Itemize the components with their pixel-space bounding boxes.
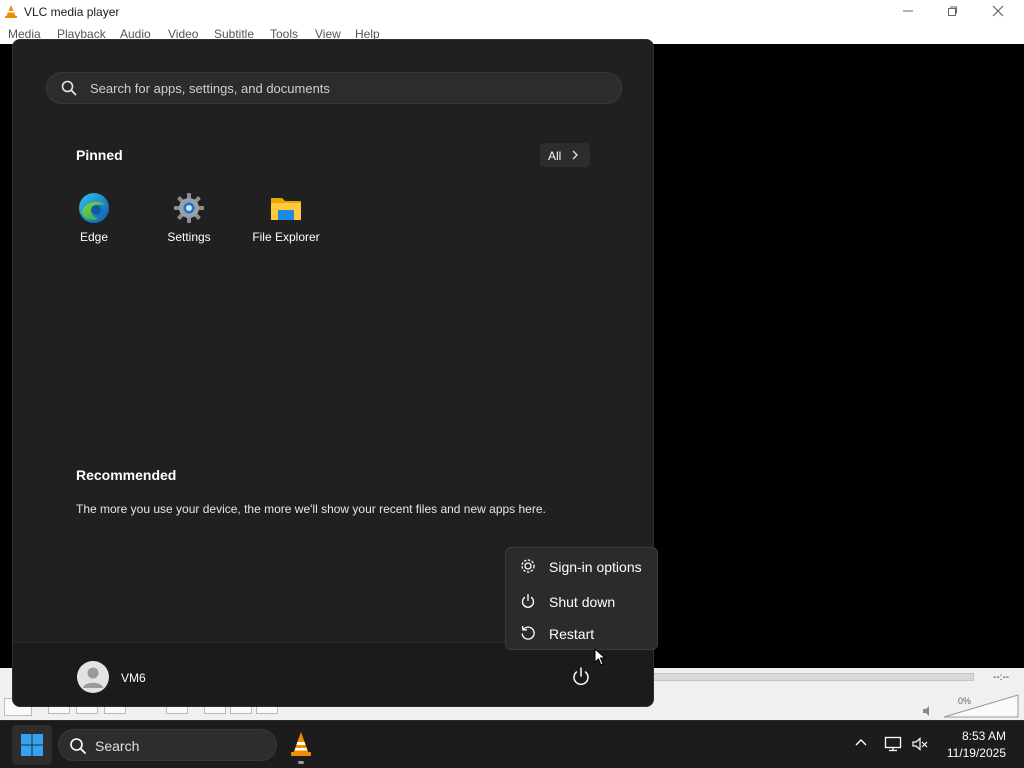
search-icon: [61, 80, 77, 101]
pinned-app-label: File Explorer: [252, 230, 320, 244]
chevron-right-icon: [571, 149, 579, 164]
vlc-cone-icon: [4, 4, 18, 21]
vlc-window-title: VLC media player: [24, 5, 120, 19]
pinned-app-file-explorer[interactable]: File Explorer: [241, 186, 331, 250]
restart-icon: [520, 625, 536, 646]
recommended-empty-text: The more you use your device, the more w…: [76, 502, 546, 516]
clock-date[interactable]: 11/19/2025: [938, 746, 1006, 760]
maximize-button[interactable]: [930, 0, 974, 22]
volume-percent: 0%: [958, 696, 972, 706]
shut-down-label: Shut down: [549, 594, 616, 610]
shut-down-item[interactable]: Shut down: [510, 586, 655, 616]
start-search-box[interactable]: Search for apps, settings, and documents: [46, 72, 622, 104]
power-icon: [573, 667, 589, 686]
power-icon: [520, 593, 536, 614]
power-menu: Sign-in options Shut down Restart: [505, 547, 658, 650]
power-button[interactable]: [569, 665, 593, 689]
taskbar-search-placeholder: Search: [95, 738, 140, 754]
speaker-muted-icon[interactable]: [911, 735, 929, 758]
taskbar-vlc-button[interactable]: [284, 725, 318, 765]
user-name[interactable]: VM6: [121, 671, 146, 685]
pinned-app-label: Edge: [79, 230, 109, 244]
vlc-title-bar: VLC media player: [0, 0, 1024, 22]
close-button[interactable]: [976, 0, 1020, 22]
running-indicator: [298, 761, 304, 764]
seek-bar[interactable]: [652, 673, 974, 681]
network-icon[interactable]: [884, 735, 902, 758]
pinned-app-edge[interactable]: Edge: [49, 186, 139, 250]
taskbar: Search 8:53 AM 11/19/2025: [0, 720, 1024, 768]
recommended-heading: Recommended: [76, 467, 177, 483]
chevron-up-icon[interactable]: [854, 735, 868, 754]
start-button[interactable]: [12, 725, 52, 765]
start-search-placeholder: Search for apps, settings, and documents: [90, 81, 330, 96]
edge-icon: [78, 192, 110, 224]
pinned-app-settings[interactable]: Settings: [144, 186, 234, 250]
restart-label: Restart: [549, 626, 595, 642]
sign-in-options-item[interactable]: Sign-in options: [510, 551, 655, 581]
windows-logo-icon: [21, 734, 43, 756]
avatar[interactable]: [77, 661, 109, 693]
time-remaining: --:--: [993, 672, 1010, 683]
pinned-heading: Pinned: [76, 147, 123, 163]
gear-icon: [520, 558, 536, 579]
search-icon: [69, 737, 87, 760]
minimize-button[interactable]: [886, 0, 930, 22]
pinned-app-label: Settings: [167, 230, 211, 244]
vlc-cone-icon: [291, 732, 311, 756]
mouse-cursor-icon: [594, 647, 607, 671]
gear-icon: [173, 192, 205, 224]
taskbar-search-box[interactable]: Search: [58, 729, 277, 761]
restart-item[interactable]: Restart: [510, 618, 655, 648]
all-apps-label: All: [548, 149, 562, 163]
clock-time[interactable]: 8:53 AM: [958, 729, 1006, 743]
all-apps-button[interactable]: All: [540, 143, 590, 167]
folder-icon: [270, 192, 302, 224]
volume-slider[interactable]: [943, 694, 1020, 723]
start-footer: VM6: [13, 642, 653, 706]
sign-in-options-label: Sign-in options: [549, 559, 642, 575]
